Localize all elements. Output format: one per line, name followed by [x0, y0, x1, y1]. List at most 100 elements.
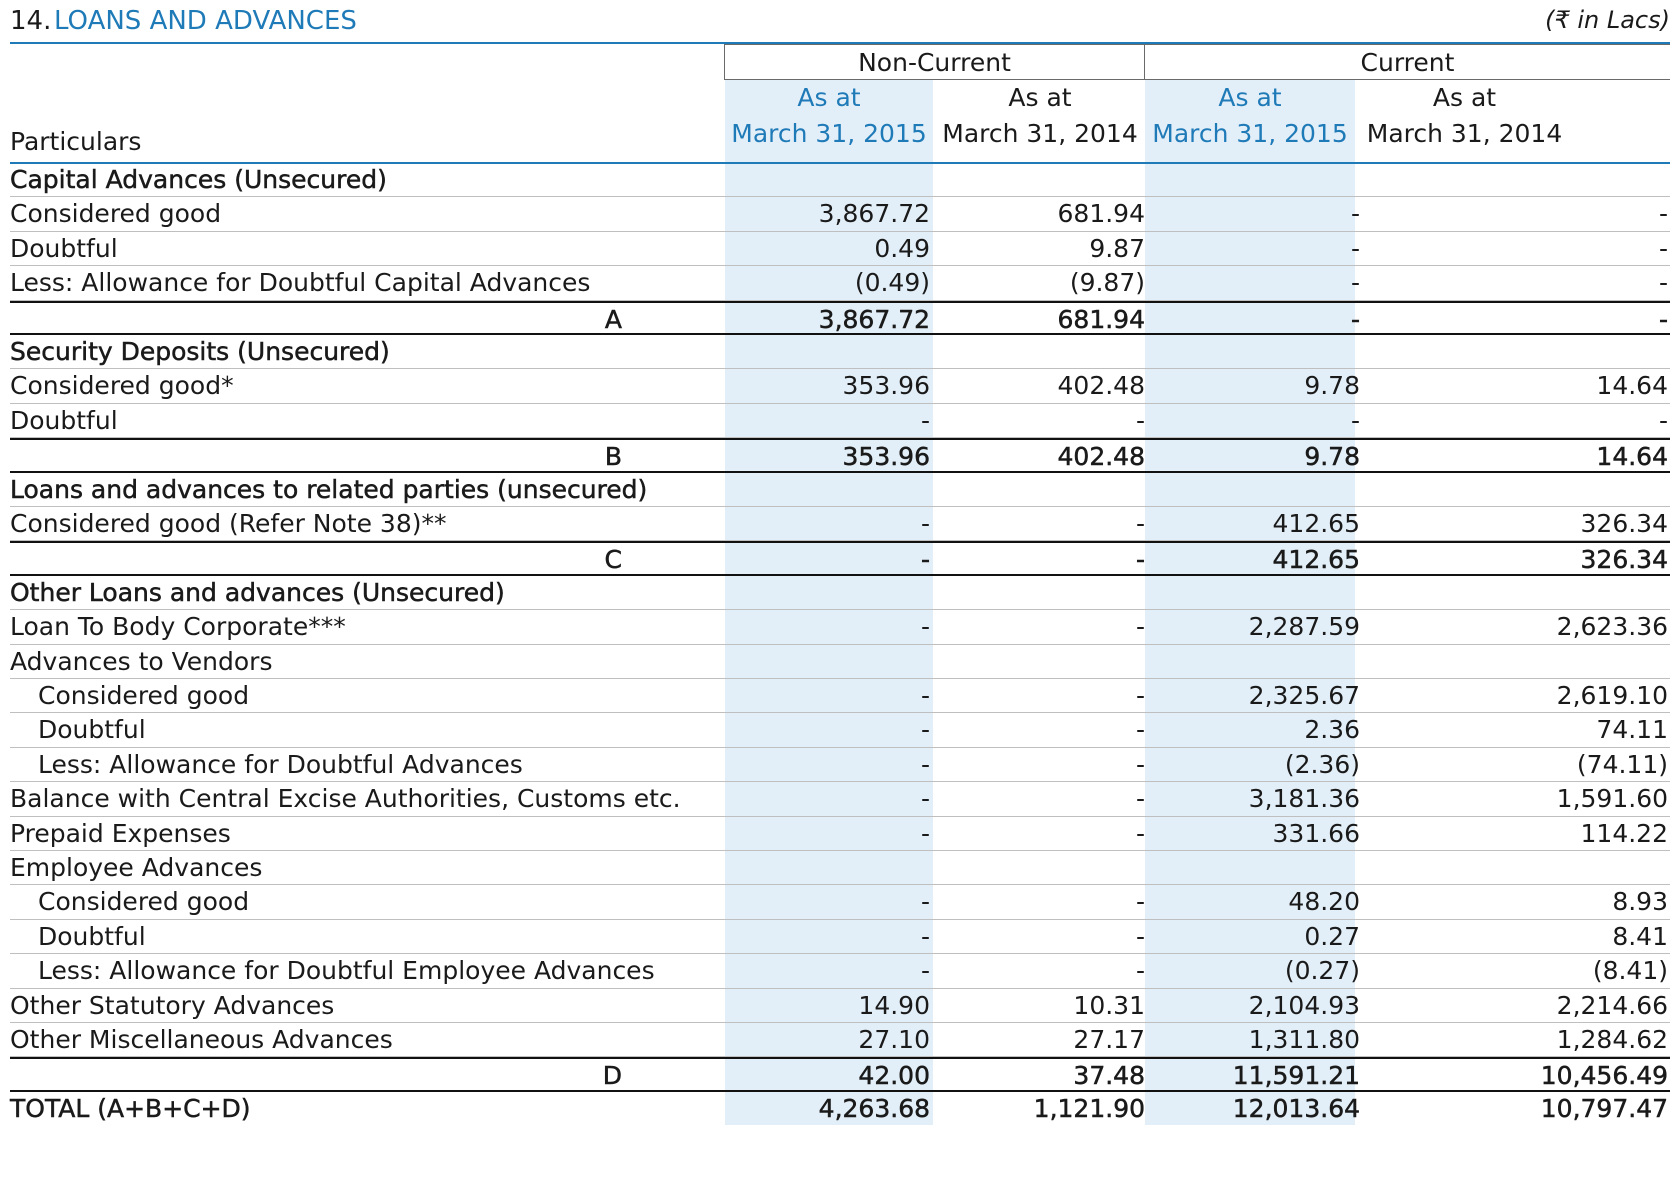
cell-value-col4: - [1658, 268, 1668, 298]
cell-value-col1 [730, 576, 930, 610]
cell-value-col4 [1375, 576, 1668, 610]
cell-value-col3: 2.36 [1304, 715, 1360, 745]
cell-value-col2: - [1135, 749, 1145, 779]
cell-value-col4: - [1658, 199, 1668, 229]
grand-total-row: TOTAL (A+B+C+D) 4,263.68 1,121.90 12,013.64… [10, 1092, 1670, 1126]
cell-value-col3: 48.20 [1288, 887, 1360, 917]
cell-value-col1: 3,867.72 [818, 304, 930, 334]
cell-value-col1 [730, 163, 930, 197]
cell-value-col1: - [920, 545, 931, 575]
col3-header-line2: March 31, 2015 [1152, 119, 1348, 148]
cell-value-col1 [730, 645, 930, 679]
row-label: Less: Allowance for Doubtful Employee Ad… [38, 956, 655, 986]
row-label: Considered good (Refer Note 38)** [10, 509, 447, 538]
cell-value-col4: 114.22 [1580, 818, 1668, 848]
row-label: Doubtful [10, 233, 118, 263]
cell-value-col3: 9.78 [1304, 442, 1360, 472]
cell-value-col2 [945, 851, 1145, 885]
cell-value-col1: (0.49) [854, 268, 930, 298]
cell-value-col2: - [1135, 715, 1145, 745]
cell-value-col3: 331.66 [1272, 818, 1360, 848]
cell-value-col4: 14.64 [1596, 371, 1668, 401]
row-label: Considered good [38, 887, 250, 917]
cell-value-col3: - [1350, 405, 1360, 435]
table-row: Other Miscellaneous Advances 27.10 27.17 1,… [10, 1023, 1670, 1058]
note-title: LOANS AND ADVANCES [54, 6, 357, 36]
cell-value-col4: (74.11) [1576, 749, 1668, 779]
cell-value-col2: - [1135, 405, 1145, 435]
cell-value-col2 [945, 576, 1145, 610]
cell-value-col4: 2,619.10 [1556, 681, 1668, 710]
table-row: Considered good (Refer Note 38)** - - 412.6… [10, 507, 1670, 542]
cell-value-col4: 326.34 [1580, 509, 1668, 538]
cell-value-col4: 8.41 [1612, 921, 1668, 951]
section-heading-row: Loans and advances to related parties (u… [10, 473, 1670, 507]
table-row: Considered good 3,867.72 681.94 - - [10, 197, 1670, 232]
cell-value-col1: - [920, 509, 930, 538]
cell-value-col1: 14.90 [858, 990, 930, 1020]
cell-value-col3: - [1350, 304, 1361, 334]
cell-value-col3: 3,181.36 [1248, 784, 1360, 814]
row-label: Considered good [10, 199, 222, 229]
cell-value-col2: - [1135, 509, 1145, 538]
cell-value-col2: 681.94 [1057, 304, 1145, 334]
cell-value-col3: 11,591.21 [1232, 1061, 1361, 1091]
cell-value-col2: - [1135, 956, 1145, 986]
table-row: Less: Allowance for Doubtful Employee Ad… [10, 954, 1670, 989]
cell-value-col1 [730, 473, 930, 507]
row-label: Other Loans and advances (Unsecured) [10, 577, 505, 608]
table-row: Considered good* 353.96 402.48 9.78 14.64 [10, 369, 1670, 404]
row-label: Advances to Vendors [10, 646, 273, 676]
cell-value-col1: 4,263.68 [818, 1093, 930, 1124]
row-label: Other Miscellaneous Advances [10, 1025, 393, 1054]
cell-value-col2: 9.87 [1089, 233, 1145, 263]
cell-value-col4 [1375, 645, 1668, 679]
cell-value-col4: 1,591.60 [1556, 784, 1668, 814]
section-heading-row: Capital Advances (Unsecured) [10, 163, 1670, 198]
row-label: TOTAL (A+B+C+D) [10, 1093, 251, 1124]
note-number: 14. [10, 6, 52, 36]
cell-value-col3: 12,013.64 [1232, 1093, 1361, 1124]
table-row: Doubtful 0.49 9.87 - - [10, 232, 1670, 267]
cell-value-col3: 2,287.59 [1248, 612, 1360, 642]
cell-value-col3: 2,104.93 [1248, 990, 1360, 1020]
cell-value-col1: 0.49 [874, 233, 930, 263]
cell-value-col3: 1,311.80 [1248, 1025, 1360, 1054]
row-label: Less: Allowance for Doubtful Capital Adv… [10, 268, 591, 298]
cell-value-col4: 10,797.47 [1540, 1093, 1669, 1124]
row-label: Doubtful [10, 405, 118, 435]
row-label: Balance with Central Excise Authorities,… [10, 784, 681, 814]
unit-label: (₹ in Lacs) [1545, 6, 1670, 34]
group-header-non-current: Non-Current [724, 44, 1144, 80]
table-row: Advances to Vendors [10, 645, 1670, 679]
col1-header-line2: March 31, 2015 [731, 119, 927, 148]
cell-value-col1: - [920, 715, 930, 745]
cell-value-col4: 8.93 [1612, 887, 1668, 917]
table-row: Balance with Central Excise Authorities,… [10, 782, 1670, 817]
cell-value-col4 [1375, 335, 1668, 369]
row-label: Doubtful [38, 715, 146, 745]
cell-value-col4 [1375, 163, 1668, 197]
cell-value-col4 [1375, 473, 1668, 507]
col3-header-line1: As at [1218, 83, 1282, 112]
cell-value-col1: - [920, 818, 930, 848]
cell-value-col2 [945, 335, 1145, 369]
cell-value-col2: 37.48 [1073, 1061, 1145, 1091]
cell-value-col3: 412.65 [1272, 545, 1360, 575]
table-row: Prepaid Expenses - - 331.66 114.22 [10, 817, 1670, 851]
row-label: Loan To Body Corporate*** [10, 612, 346, 642]
row-label: A [604, 304, 623, 334]
cell-value-col1: - [920, 921, 930, 951]
row-label: Prepaid Expenses [10, 818, 231, 848]
cell-value-col4: - [1658, 405, 1668, 435]
cell-value-col3 [1160, 645, 1360, 679]
cell-value-col4: 10,456.49 [1540, 1061, 1669, 1091]
subtotal-row: A 3,867.72 681.94 - - [10, 300, 1670, 335]
col2-header-line1: As at [1008, 83, 1072, 112]
cell-value-col2: 1,121.90 [1033, 1093, 1145, 1124]
cell-value-col1: 27.10 [858, 1025, 930, 1054]
cell-value-col2: - [1135, 784, 1145, 814]
cell-value-col3: 0.27 [1304, 921, 1360, 951]
row-label: C [604, 545, 622, 575]
cell-value-col3 [1160, 576, 1360, 610]
